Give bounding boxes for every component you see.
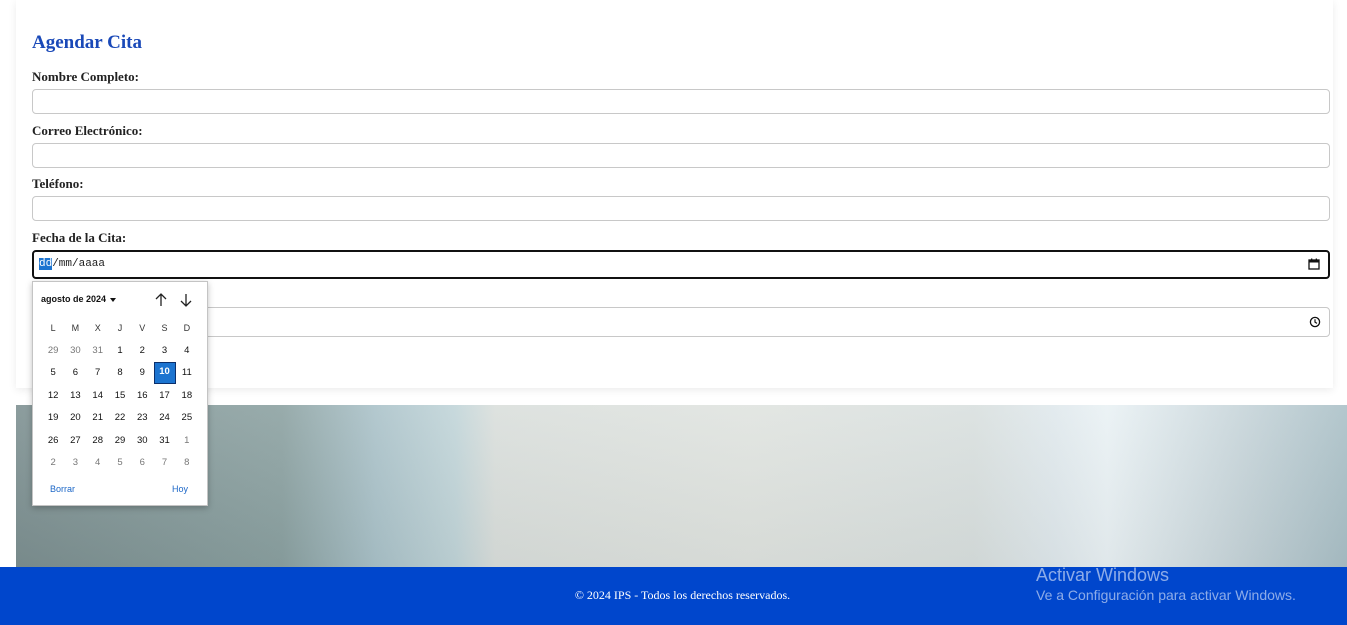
- calendar-grid: L M X J V S D 29 30 31 1 2 3 4 5 6 7 8 9…: [42, 317, 198, 475]
- phone-input[interactable]: [32, 196, 1330, 221]
- calendar-day[interactable]: 1: [176, 431, 198, 451]
- weekday-header: J: [117, 323, 123, 334]
- calendar-day[interactable]: 9: [131, 363, 153, 383]
- phone-label: Teléfono:: [32, 176, 84, 191]
- calendar-day[interactable]: 8: [176, 453, 198, 473]
- date-input-value: dd/mm/aaaa: [39, 258, 105, 270]
- calendar-day[interactable]: 31: [153, 431, 175, 451]
- calendar-day[interactable]: 20: [64, 408, 86, 428]
- weekday-header: X: [94, 323, 101, 334]
- calendar-day[interactable]: 3: [153, 341, 175, 361]
- calendar-day[interactable]: 6: [131, 453, 153, 473]
- name-input[interactable]: [32, 89, 1330, 114]
- calendar-day[interactable]: 29: [42, 341, 64, 361]
- month-year-selector[interactable]: agosto de 2024: [41, 294, 117, 304]
- calendar-day-selected[interactable]: 10: [153, 362, 176, 385]
- date-day-segment[interactable]: dd: [39, 258, 53, 270]
- weekday-header: M: [71, 323, 80, 334]
- calendar-week: 12 13 14 15 16 17 18: [42, 385, 198, 408]
- calendar-week: 26 27 28 29 30 31 1: [42, 430, 198, 453]
- weekday-header: D: [183, 323, 191, 334]
- watermark-subtitle: Ve a Configuración para activar Windows.: [1036, 587, 1296, 603]
- calendar-day[interactable]: 11: [176, 363, 198, 383]
- windows-activation-watermark: Activar Windows Ve a Configuración para …: [1036, 565, 1296, 603]
- calendar-day[interactable]: 4: [176, 341, 198, 361]
- calendar-day[interactable]: 5: [109, 453, 131, 473]
- calendar-icon[interactable]: [1308, 258, 1320, 270]
- month-year-label: agosto de 2024: [41, 294, 107, 304]
- calendar-day[interactable]: 15: [109, 386, 131, 406]
- weekday-header: V: [139, 323, 146, 334]
- calendar-week: 29 30 31 1 2 3 4: [42, 340, 198, 363]
- email-input[interactable]: [32, 143, 1330, 168]
- weekday-header: S: [161, 323, 168, 334]
- calendar-day[interactable]: 30: [131, 431, 153, 451]
- calendar-day[interactable]: 29: [109, 431, 131, 451]
- calendar-day[interactable]: 7: [153, 453, 175, 473]
- calendar-day[interactable]: 5: [42, 363, 64, 383]
- calendar-day[interactable]: 16: [131, 386, 153, 406]
- calendar-day[interactable]: 26: [42, 431, 64, 451]
- name-label: Nombre Completo:: [32, 69, 139, 84]
- calendar-day[interactable]: 7: [87, 363, 109, 383]
- calendar-day[interactable]: 12: [42, 386, 64, 406]
- calendar-day[interactable]: 13: [64, 386, 86, 406]
- calendar-day[interactable]: 30: [64, 341, 86, 361]
- calendar-day[interactable]: 2: [42, 453, 64, 473]
- calendar-day[interactable]: 27: [64, 431, 86, 451]
- calendar-day[interactable]: 1: [109, 341, 131, 361]
- calendar-day[interactable]: 24: [153, 408, 175, 428]
- clear-date-button[interactable]: Borrar: [50, 484, 75, 494]
- appointment-form-card: Agendar Cita Nombre Completo: Correo Ele…: [16, 0, 1333, 388]
- calendar-week: 2 3 4 5 6 7 8: [42, 452, 198, 475]
- arrow-up-icon[interactable]: [154, 292, 168, 308]
- calendar-day[interactable]: 14: [87, 386, 109, 406]
- calendar-day[interactable]: 4: [87, 453, 109, 473]
- today-button[interactable]: Hoy: [172, 484, 188, 494]
- calendar-day[interactable]: 19: [42, 408, 64, 428]
- calendar-day[interactable]: 28: [87, 431, 109, 451]
- email-label: Correo Electrónico:: [32, 123, 143, 138]
- background-photo: [16, 405, 1347, 568]
- calendar-day[interactable]: 25: [176, 408, 198, 428]
- calendar-day[interactable]: 18: [176, 386, 198, 406]
- date-rest-segment[interactable]: /mm/aaaa: [52, 258, 105, 270]
- form-title: Agendar Cita: [32, 32, 142, 53]
- calendar-day[interactable]: 22: [109, 408, 131, 428]
- calendar-day[interactable]: 31: [87, 341, 109, 361]
- date-input[interactable]: dd/mm/aaaa: [32, 250, 1330, 279]
- caret-down-icon: [110, 297, 117, 302]
- calendar-week: 5 6 7 8 9 10 11: [42, 362, 198, 385]
- date-label: Fecha de la Cita:: [32, 230, 127, 245]
- clock-icon[interactable]: [1309, 316, 1321, 328]
- weekday-header: L: [50, 323, 56, 334]
- watermark-title: Activar Windows: [1036, 565, 1170, 585]
- calendar-day[interactable]: 6: [64, 363, 86, 383]
- weekday-header-row: L M X J V S D: [42, 317, 198, 340]
- calendar-day[interactable]: 23: [131, 408, 153, 428]
- time-input[interactable]: [32, 307, 1330, 337]
- arrow-down-icon[interactable]: [179, 292, 193, 308]
- calendar-day[interactable]: 3: [64, 453, 86, 473]
- date-picker-popup: agosto de 2024 L M X J V S D 29 30 31 1 …: [32, 281, 208, 506]
- calendar-day[interactable]: 17: [153, 386, 175, 406]
- calendar-day[interactable]: 21: [87, 408, 109, 428]
- calendar-day[interactable]: 8: [109, 363, 131, 383]
- calendar-week: 19 20 21 22 23 24 25: [42, 407, 198, 430]
- calendar-day[interactable]: 2: [131, 341, 153, 361]
